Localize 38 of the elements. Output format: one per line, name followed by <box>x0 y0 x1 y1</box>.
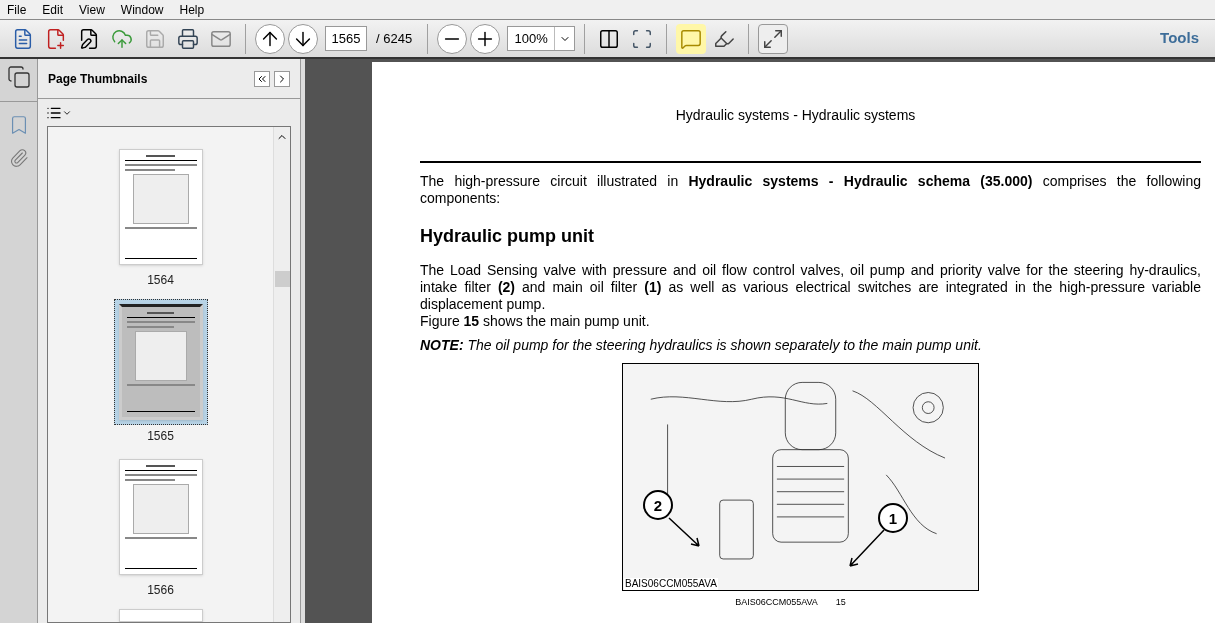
menu-item[interactable]: Help <box>179 0 205 19</box>
menu-item[interactable]: File <box>7 0 27 19</box>
image-code: BAIS06CCM055AVA <box>624 578 718 590</box>
tools-button[interactable]: Tools <box>1152 27 1207 50</box>
page-total: / 6245 <box>375 29 414 48</box>
zoom-in-icon[interactable] <box>470 23 501 54</box>
scrollbar-thumb[interactable] <box>274 271 290 287</box>
menu-item[interactable]: Edit <box>42 0 64 19</box>
menu-item[interactable]: View <box>79 0 105 19</box>
full-screen-icon[interactable] <box>758 23 789 54</box>
scrollbar[interactable] <box>273 127 290 622</box>
body-paragraph: The Load Sensing valve with pressure and oil flow control valves, oil pump and priority valve for the steering hy-draulics, intake filter (2) and main oil filter (1) as well as various electrical switches are integrated in the high-pressure variable displacement pump. <box>420 262 1201 313</box>
page-thumbnail[interactable] <box>113 299 208 425</box>
running-header: Hydraulic systems - Hydraulic systems <box>674 106 917 124</box>
page-number-field[interactable]: 1565 <box>325 26 367 51</box>
next-page-icon[interactable] <box>288 23 318 54</box>
page-thumbnails-icon <box>6 65 31 89</box>
figure-reference: Figure 15 shows the main pump unit. <box>420 313 651 330</box>
menu-item[interactable]: Window <box>120 0 164 19</box>
callout-marker: 2 <box>643 490 673 520</box>
panel-title: Page Thumbnails <box>48 70 149 88</box>
leader-line <box>667 516 703 550</box>
page-number-label: 1566 <box>147 582 174 599</box>
paperclip-icon <box>8 148 29 168</box>
intro-paragraph: The high-pressure circuit illustrated in Hydraulic systems - Hydraulic schema (35.000) comprises the following components: <box>420 173 1201 207</box>
section-heading: Hydraulic pump unit <box>420 228 595 245</box>
page-number-label: 1565 <box>147 428 174 445</box>
zoom-out-icon[interactable] <box>437 23 468 54</box>
figure-number: 15 <box>835 596 846 609</box>
note-paragraph: NOTE: The oil pump for the steering hydraulics is shown separately to the main pump unit. <box>420 337 983 354</box>
zoom-field[interactable]: 100% <box>507 26 576 51</box>
page-number-label: 1564 <box>147 272 174 289</box>
previous-page-icon[interactable] <box>255 23 285 54</box>
figure-caption-code: BAIS06CCM055AVA <box>735 596 818 609</box>
collapse-panel-icon[interactable] <box>254 70 270 87</box>
expand-panel-icon[interactable] <box>274 70 290 87</box>
leader-line <box>846 528 886 570</box>
callout-marker: 1 <box>878 503 908 533</box>
